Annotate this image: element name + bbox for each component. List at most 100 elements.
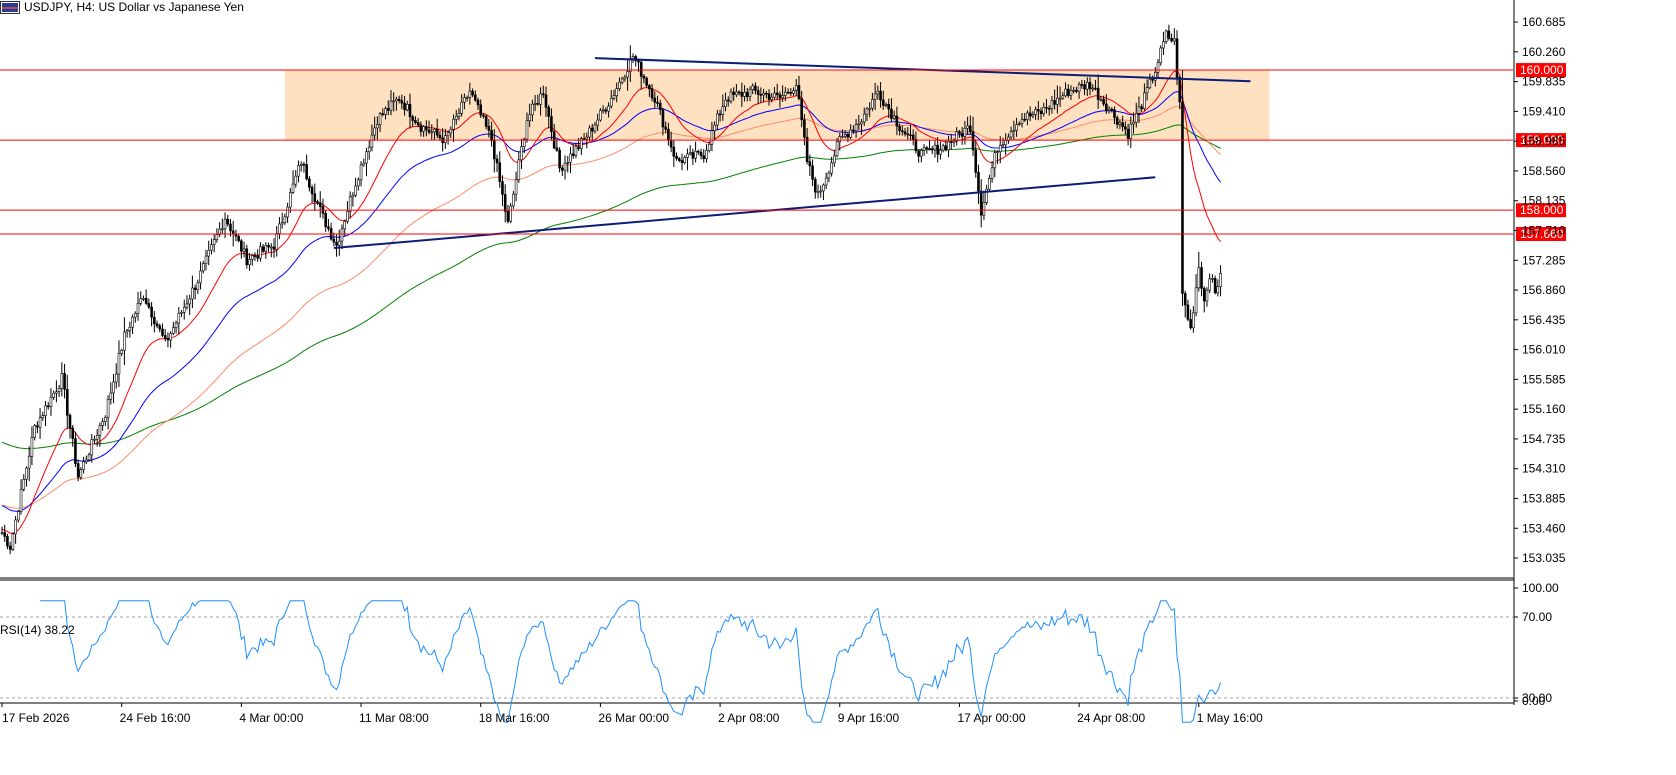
candle-body	[327, 226, 330, 229]
candle-body	[1066, 88, 1070, 96]
candle	[1213, 275, 1217, 295]
candle-body	[928, 148, 931, 150]
candle-body	[740, 91, 744, 97]
candle-body	[1186, 304, 1190, 320]
candle-body	[906, 133, 910, 136]
candle	[22, 474, 26, 492]
candle	[27, 446, 31, 482]
candle-body	[253, 255, 257, 257]
price-tick-label: 160.685	[1522, 15, 1566, 29]
price-tick-label: 159.410	[1522, 104, 1566, 118]
price-tick-label: 153.460	[1522, 521, 1566, 535]
candle	[1219, 265, 1222, 297]
candle	[672, 140, 676, 168]
candle-body	[501, 181, 504, 195]
candle-body	[762, 92, 765, 96]
candle-body	[435, 129, 439, 136]
candle-body	[210, 244, 213, 251]
candle-body	[726, 99, 730, 102]
candle-body	[982, 202, 986, 216]
time-tick-label: 9 Apr 16:00	[838, 711, 900, 725]
candle	[833, 150, 836, 167]
candle-body	[607, 105, 610, 112]
chart-area[interactable]: 160.000 159.000 158.000 157.660 160.685 160.2…	[0, 0, 1676, 775]
chart-svg[interactable]: 160.000159.000158.000157.660160.685160.2…	[0, 0, 1676, 775]
candle-body	[430, 131, 434, 134]
candle	[44, 401, 47, 427]
candle-body	[833, 155, 836, 164]
candle	[1202, 286, 1206, 313]
candle-body	[414, 120, 417, 123]
trendline	[333, 176, 1156, 250]
candle-body	[147, 303, 151, 308]
candle-body	[302, 163, 306, 166]
candle-body	[1159, 47, 1163, 63]
candle-body	[977, 172, 980, 192]
candle-body	[457, 113, 461, 117]
time-tick-label: 24 Feb 16:00	[120, 711, 191, 725]
candle-body	[1192, 312, 1195, 329]
candle-body	[1094, 87, 1097, 90]
candle-body	[280, 222, 284, 225]
candle	[259, 242, 262, 262]
candle-body	[33, 425, 36, 438]
time-tick-label: 24 Apr 08:00	[1077, 711, 1145, 725]
candle-body	[373, 127, 376, 136]
candle	[155, 320, 159, 329]
rsi-line	[40, 600, 1222, 723]
candle-body	[245, 248, 249, 266]
candle	[321, 198, 325, 219]
candle-body	[841, 135, 844, 138]
candle	[55, 380, 58, 403]
candle-body	[656, 101, 659, 104]
candle	[33, 424, 36, 441]
candle-body	[1028, 112, 1032, 117]
candle-body	[593, 124, 597, 132]
candle-body	[756, 90, 760, 95]
candle	[566, 156, 570, 173]
candle-body	[237, 235, 240, 242]
candle-body	[465, 97, 469, 99]
candle-body	[196, 282, 200, 290]
candle-body	[479, 104, 483, 116]
candle-body	[471, 90, 474, 96]
candle	[128, 321, 132, 338]
candle-body	[960, 133, 964, 137]
candle-body	[854, 124, 858, 132]
candle-body	[626, 71, 629, 78]
candle-body	[544, 94, 548, 108]
candle	[237, 234, 240, 243]
candle-body	[620, 78, 624, 83]
candle-body	[17, 511, 20, 521]
candle	[359, 161, 363, 187]
candle-body	[117, 353, 121, 375]
candle	[49, 388, 53, 416]
candle-body	[650, 88, 654, 99]
candle-body	[144, 298, 148, 304]
candle-body	[308, 178, 311, 188]
candle	[210, 238, 213, 255]
candle-body	[223, 218, 227, 230]
candle-body	[370, 134, 374, 148]
candle-body	[699, 151, 703, 157]
candle-body	[74, 438, 77, 464]
candle	[514, 171, 518, 202]
candle	[14, 516, 17, 544]
candle-body	[128, 326, 132, 331]
candle-body	[106, 398, 110, 418]
candle-body	[1096, 87, 1100, 100]
candle-body	[41, 415, 45, 418]
candle	[172, 321, 175, 336]
candle	[1189, 309, 1192, 330]
candle	[1200, 261, 1203, 297]
candle-body	[667, 128, 670, 141]
price-tick-label: 158.135	[1522, 194, 1566, 208]
candle-body	[378, 113, 382, 125]
candle-body	[348, 196, 352, 212]
candle-body	[1069, 89, 1073, 96]
candle-body	[14, 519, 17, 535]
candle-body	[125, 330, 129, 333]
candle	[114, 363, 118, 389]
candle	[509, 203, 512, 224]
candle-body	[566, 162, 570, 164]
